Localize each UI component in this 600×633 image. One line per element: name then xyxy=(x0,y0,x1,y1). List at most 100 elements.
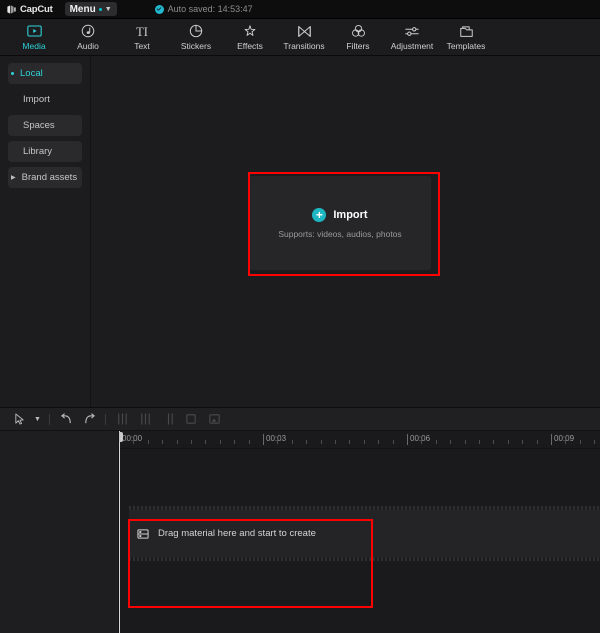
filters-icon xyxy=(351,24,366,39)
sidebar-item-library-label: Library xyxy=(23,146,53,157)
toolbar-divider-2 xyxy=(105,413,106,425)
tab-transitions-label: Transitions xyxy=(283,40,325,51)
sidebar-item-spaces[interactable]: Spaces xyxy=(8,115,82,136)
svg-text:TI: TI xyxy=(136,25,148,38)
tab-adjustment[interactable]: Adjustment xyxy=(386,20,438,54)
ruler-tick-minor xyxy=(522,440,524,444)
tab-filters[interactable]: Filters xyxy=(332,20,384,54)
import-label: Import xyxy=(333,208,368,221)
timeline-toolbar: ▼ xyxy=(0,408,600,431)
cursor-arrow-icon xyxy=(14,413,25,425)
track-guide-bottom xyxy=(129,557,600,561)
autosave-status: Auto saved: 14:53:47 xyxy=(154,4,253,14)
check-circle-icon xyxy=(154,4,164,14)
transitions-icon xyxy=(297,24,312,39)
delete-button[interactable] xyxy=(180,410,202,428)
tab-transitions[interactable]: Transitions xyxy=(278,20,330,54)
tool-dropdown-button[interactable]: ▼ xyxy=(31,410,44,428)
tab-audio-label: Audio xyxy=(77,40,99,51)
tab-media[interactable]: Media xyxy=(8,20,60,54)
ruler-tick-minor xyxy=(219,440,221,444)
tab-media-label: Media xyxy=(22,40,46,51)
tab-text-label: Text xyxy=(134,40,150,51)
sidebar-item-spaces-label: Spaces xyxy=(23,120,55,131)
ruler-time-label: 00:03 xyxy=(266,434,287,443)
trim-left-button[interactable] xyxy=(134,410,156,428)
ruler-tick-minor xyxy=(162,440,164,444)
main-area: Local Import Spaces Library ▶ Brand asse… xyxy=(0,56,600,407)
ruler-tick-minor xyxy=(234,440,236,444)
sidebar-item-local[interactable]: Local xyxy=(8,63,82,84)
timeline-tracks[interactable]: 00:00 00:03 00:06 00:09 Drag material he… xyxy=(119,431,600,633)
ruler-tick-minor xyxy=(248,440,250,444)
undo-button[interactable] xyxy=(55,410,77,428)
tab-stickers-label: Stickers xyxy=(180,40,212,51)
trim-right-button[interactable] xyxy=(157,410,179,428)
ruler-tick-minor xyxy=(493,440,495,444)
tab-text[interactable]: TI Text xyxy=(116,20,168,54)
tab-audio[interactable]: Audio xyxy=(62,20,114,54)
timeline-track-headers xyxy=(0,431,119,633)
tab-effects[interactable]: Effects xyxy=(224,20,276,54)
media-content-panel: + Import Supports: videos, audios, photo… xyxy=(91,56,600,407)
playhead-handle[interactable] xyxy=(119,432,123,442)
media-sidebar: Local Import Spaces Library ▶ Brand asse… xyxy=(0,56,91,407)
tab-effects-label: Effects xyxy=(237,40,263,51)
split-icon xyxy=(116,413,129,425)
sidebar-item-brand-assets[interactable]: ▶ Brand assets xyxy=(8,167,82,188)
ruler-tick-minor xyxy=(176,440,178,444)
track-dropzone[interactable]: Drag material here and start to create xyxy=(129,510,600,557)
tab-adjustment-label: Adjustment xyxy=(390,40,434,51)
plus-circle-icon: + xyxy=(312,207,327,222)
crop-button[interactable] xyxy=(203,410,225,428)
sidebar-item-library[interactable]: Library xyxy=(8,141,82,162)
effects-icon xyxy=(243,24,257,39)
templates-icon xyxy=(459,24,474,39)
playhead[interactable] xyxy=(119,431,123,633)
undo-icon xyxy=(60,413,73,425)
bullet-icon xyxy=(11,72,14,75)
text-icon: TI xyxy=(134,24,150,39)
chevron-right-icon: ▶ xyxy=(11,174,16,181)
app-logo: CapCut xyxy=(6,4,53,15)
ruler-tick-minor xyxy=(191,440,192,444)
ruler-tick-minor xyxy=(450,440,452,444)
track-area: Drag material here and start to create xyxy=(119,448,600,633)
chevron-down-icon: ▼ xyxy=(104,5,112,13)
ruler-tick-minor xyxy=(536,440,538,444)
ruler-tick-minor xyxy=(349,440,351,444)
sidebar-item-local-label: Local xyxy=(20,68,43,79)
import-row: + Import xyxy=(312,207,368,222)
timeline-panel: ▼ 00:00 00:03 00:06 00:09 Drag material … xyxy=(0,407,600,633)
tab-templates[interactable]: Templates xyxy=(440,20,492,54)
ruler-tick-minor xyxy=(435,440,437,444)
ruler-tick-minor xyxy=(306,440,308,444)
audio-icon xyxy=(81,24,95,39)
ruler-tick-minor xyxy=(320,440,322,444)
menu-button[interactable]: Menu ▼ xyxy=(64,2,117,16)
stickers-icon xyxy=(189,24,203,39)
title-bar: CapCut Menu ▼ Auto saved: 14:53:47 xyxy=(0,0,600,19)
select-tool-button[interactable] xyxy=(8,410,30,428)
ruler-time-label: 00:06 xyxy=(410,434,431,443)
import-dropzone[interactable]: + Import Supports: videos, audios, photo… xyxy=(249,176,431,270)
redo-button[interactable] xyxy=(78,410,100,428)
split-button[interactable] xyxy=(111,410,133,428)
media-icon xyxy=(26,24,42,39)
ruler-tick-minor xyxy=(479,440,480,444)
ruler-tick-minor xyxy=(464,440,466,444)
timeline-ruler[interactable]: 00:00 00:03 00:06 00:09 xyxy=(119,431,600,449)
adjustment-icon xyxy=(404,24,420,39)
ruler-tick-minor xyxy=(205,440,207,444)
capcut-window: CapCut Menu ▼ Auto saved: 14:53:47 Media… xyxy=(0,0,600,633)
app-name: CapCut xyxy=(20,3,53,15)
track-hint-label: Drag material here and start to create xyxy=(158,528,316,539)
sidebar-item-import-label: Import xyxy=(23,94,50,105)
sidebar-item-import[interactable]: Import xyxy=(8,89,82,110)
tab-stickers[interactable]: Stickers xyxy=(170,20,222,54)
chevron-down-icon: ▼ xyxy=(34,415,41,423)
autosave-text: Auto saved: 14:53:47 xyxy=(167,4,253,14)
ruler-tick-minor xyxy=(594,440,596,444)
toolbar-divider xyxy=(49,413,50,425)
ruler-tick-minor xyxy=(579,440,581,444)
